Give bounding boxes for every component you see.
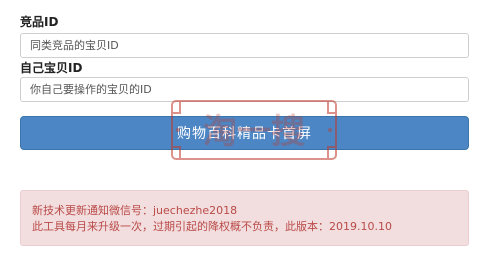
own-id-input[interactable] xyxy=(20,77,469,102)
notice-line-2: 此工具每月来升级一次，过期引起的降权概不负责，此版本：2019.10.10 xyxy=(32,220,392,233)
own-id-label: 自己宝贝ID xyxy=(20,61,83,75)
notice-line-1: 新技术更新通知微信号：juechezhe2018 xyxy=(32,204,238,217)
product-id-input[interactable] xyxy=(20,33,469,58)
update-notice: 新技术更新通知微信号：juechezhe2018 此工具每月来升级一次，过期引起… xyxy=(20,190,469,246)
submit-button[interactable]: 购物百科精品卡首屏 xyxy=(20,116,469,150)
product-id-label: 竞品ID xyxy=(20,15,59,29)
